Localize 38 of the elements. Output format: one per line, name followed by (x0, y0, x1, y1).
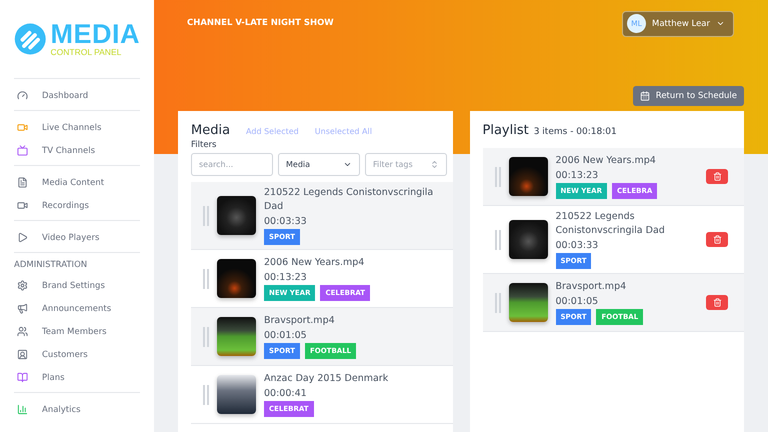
nav-item[interactable]: Plans (14, 366, 140, 389)
section-heading: ADMINISTRATION (14, 259, 88, 272)
media-duration: 00:03:33 (556, 240, 600, 251)
media-duration: 00:01:05 (556, 296, 600, 307)
media-title: 210522 Legends Conistonvscringila Dad (264, 186, 434, 214)
media-title: 2006 New Years.mp4 (556, 154, 657, 168)
media-title: Bravsport.mp4 (264, 314, 336, 328)
media-duration: 00:00:41 (264, 388, 308, 399)
page-title: CHANNEL V-LATE NIGHT SHOW (187, 18, 334, 28)
search-field[interactable]: search... (191, 153, 273, 176)
nav-item[interactable]: Announcements (14, 297, 140, 320)
filters-label: Filters (191, 140, 218, 150)
media-duration: 00:13:23 (264, 272, 308, 283)
nav-item[interactable]: Dashboard (14, 84, 140, 107)
logo-subtitle: CONTROL PANEL (50, 47, 122, 57)
nav-item[interactable]: TV Channels (14, 139, 140, 162)
nav-item[interactable]: Live Channels (14, 116, 140, 139)
nav-item[interactable]: Video Players (14, 226, 140, 249)
nav-item[interactable]: Team Members (14, 320, 140, 343)
return-button[interactable]: Return to Schedule (632, 86, 744, 106)
media-duration: 00:03:33 (264, 216, 308, 227)
card-title: Media (191, 123, 230, 138)
card-title: Playlist (482, 123, 529, 138)
media-title: Anzac Day 2015 Denmark (264, 372, 390, 386)
media-duration: 00:01:05 (264, 330, 308, 341)
nav-item[interactable]: Analytics (14, 398, 140, 421)
media-title: 2006 New Years.mp4 (264, 256, 366, 270)
nav-item[interactable]: Recordings (14, 194, 140, 217)
nav-item[interactable]: Brand Settings (14, 274, 140, 297)
nav-item[interactable]: Media Content (14, 171, 140, 194)
tags-select[interactable]: Filter tags (365, 153, 447, 176)
media-title: Bravsport.mp4 (556, 280, 628, 294)
nav-item[interactable]: Customers (14, 343, 140, 366)
media-title: 210522 Legends Conistonvscringila Dad (556, 210, 666, 238)
media-duration: 00:13:23 (556, 170, 600, 181)
type-select[interactable]: Media (278, 153, 360, 176)
logo-title: MEDIA (50, 21, 140, 47)
playlist-summary: 3 items - 00:18:01 (534, 127, 617, 137)
